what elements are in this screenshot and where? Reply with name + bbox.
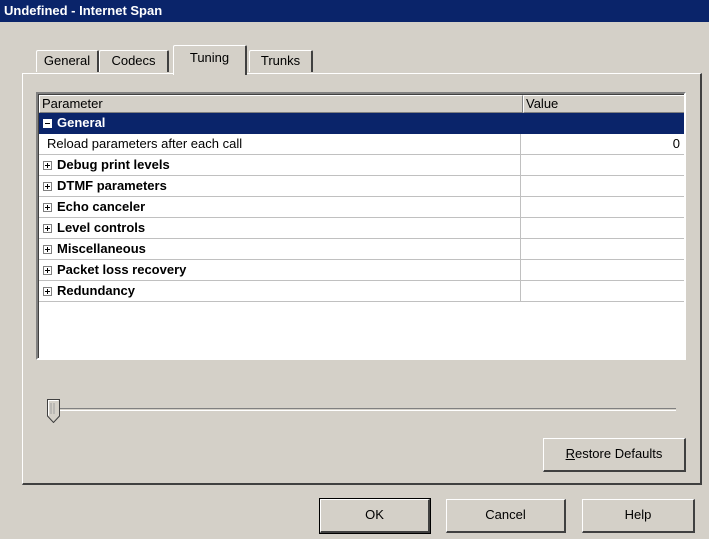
grid-row-level-controls[interactable]: Level controls — [39, 218, 684, 239]
restore-defaults-button[interactable]: Restore Defaults — [543, 438, 686, 472]
row-label: Debug print levels — [57, 157, 170, 172]
expand-icon[interactable] — [43, 245, 52, 254]
row-label: Level controls — [57, 220, 146, 235]
tab-codecs[interactable]: Codecs — [99, 50, 169, 72]
grid-row-general[interactable]: General — [39, 113, 684, 134]
tab-general[interactable]: General — [36, 50, 99, 72]
column-header-parameter[interactable]: Parameter — [39, 95, 523, 113]
row-value[interactable] — [521, 155, 684, 176]
row-value[interactable] — [521, 260, 684, 281]
row-value[interactable] — [521, 176, 684, 197]
row-value[interactable] — [521, 218, 684, 239]
help-button[interactable]: Help — [582, 499, 695, 533]
expand-icon[interactable] — [43, 266, 52, 275]
tab-tuning[interactable]: Tuning — [173, 45, 247, 75]
column-header-value[interactable]: Value — [523, 95, 684, 113]
expand-icon[interactable] — [43, 224, 52, 233]
row-value[interactable] — [521, 197, 684, 218]
collapse-icon[interactable] — [43, 119, 52, 128]
row-value[interactable] — [521, 113, 684, 134]
row-value[interactable] — [521, 281, 684, 302]
grid-row-reload-parameters[interactable]: Reload parameters after each call 0 — [39, 134, 684, 155]
tab-trunks[interactable]: Trunks — [249, 50, 313, 72]
grid-row-miscellaneous[interactable]: Miscellaneous — [39, 239, 684, 260]
expand-icon[interactable] — [43, 203, 52, 212]
slider-track[interactable] — [48, 408, 676, 411]
grid-row-debug-print-levels[interactable]: Debug print levels — [39, 155, 684, 176]
row-label: General — [57, 115, 106, 130]
cancel-button[interactable]: Cancel — [446, 499, 566, 533]
restore-defaults-accelerator: R — [565, 446, 575, 461]
window-title: Undefined - Internet Span — [4, 3, 163, 18]
slider-thumb[interactable] — [47, 399, 60, 423]
row-label: Reload parameters after each call — [39, 134, 521, 155]
expand-icon[interactable] — [43, 287, 52, 296]
expand-icon[interactable] — [43, 182, 52, 191]
expand-icon[interactable] — [43, 161, 52, 170]
grid-row-echo-canceler[interactable]: Echo canceler — [39, 197, 684, 218]
grid-row-packet-loss-recovery[interactable]: Packet loss recovery — [39, 260, 684, 281]
row-label: Echo canceler — [57, 199, 146, 214]
row-label: Miscellaneous — [57, 241, 146, 256]
grid-row-redundancy[interactable]: Redundancy — [39, 281, 684, 302]
ok-button[interactable]: OK — [319, 498, 431, 534]
row-label: Packet loss recovery — [57, 262, 187, 277]
title-bar: Undefined - Internet Span — [0, 0, 709, 22]
parameter-grid[interactable]: Parameter Value General Reload parameter… — [36, 92, 686, 360]
restore-defaults-label: estore Defaults — [574, 446, 663, 461]
grid-row-dtmf-parameters[interactable]: DTMF parameters — [39, 176, 684, 197]
row-value[interactable]: 0 — [521, 134, 684, 155]
row-label: DTMF parameters — [57, 178, 167, 193]
row-label: Redundancy — [57, 283, 136, 298]
row-value[interactable] — [521, 239, 684, 260]
